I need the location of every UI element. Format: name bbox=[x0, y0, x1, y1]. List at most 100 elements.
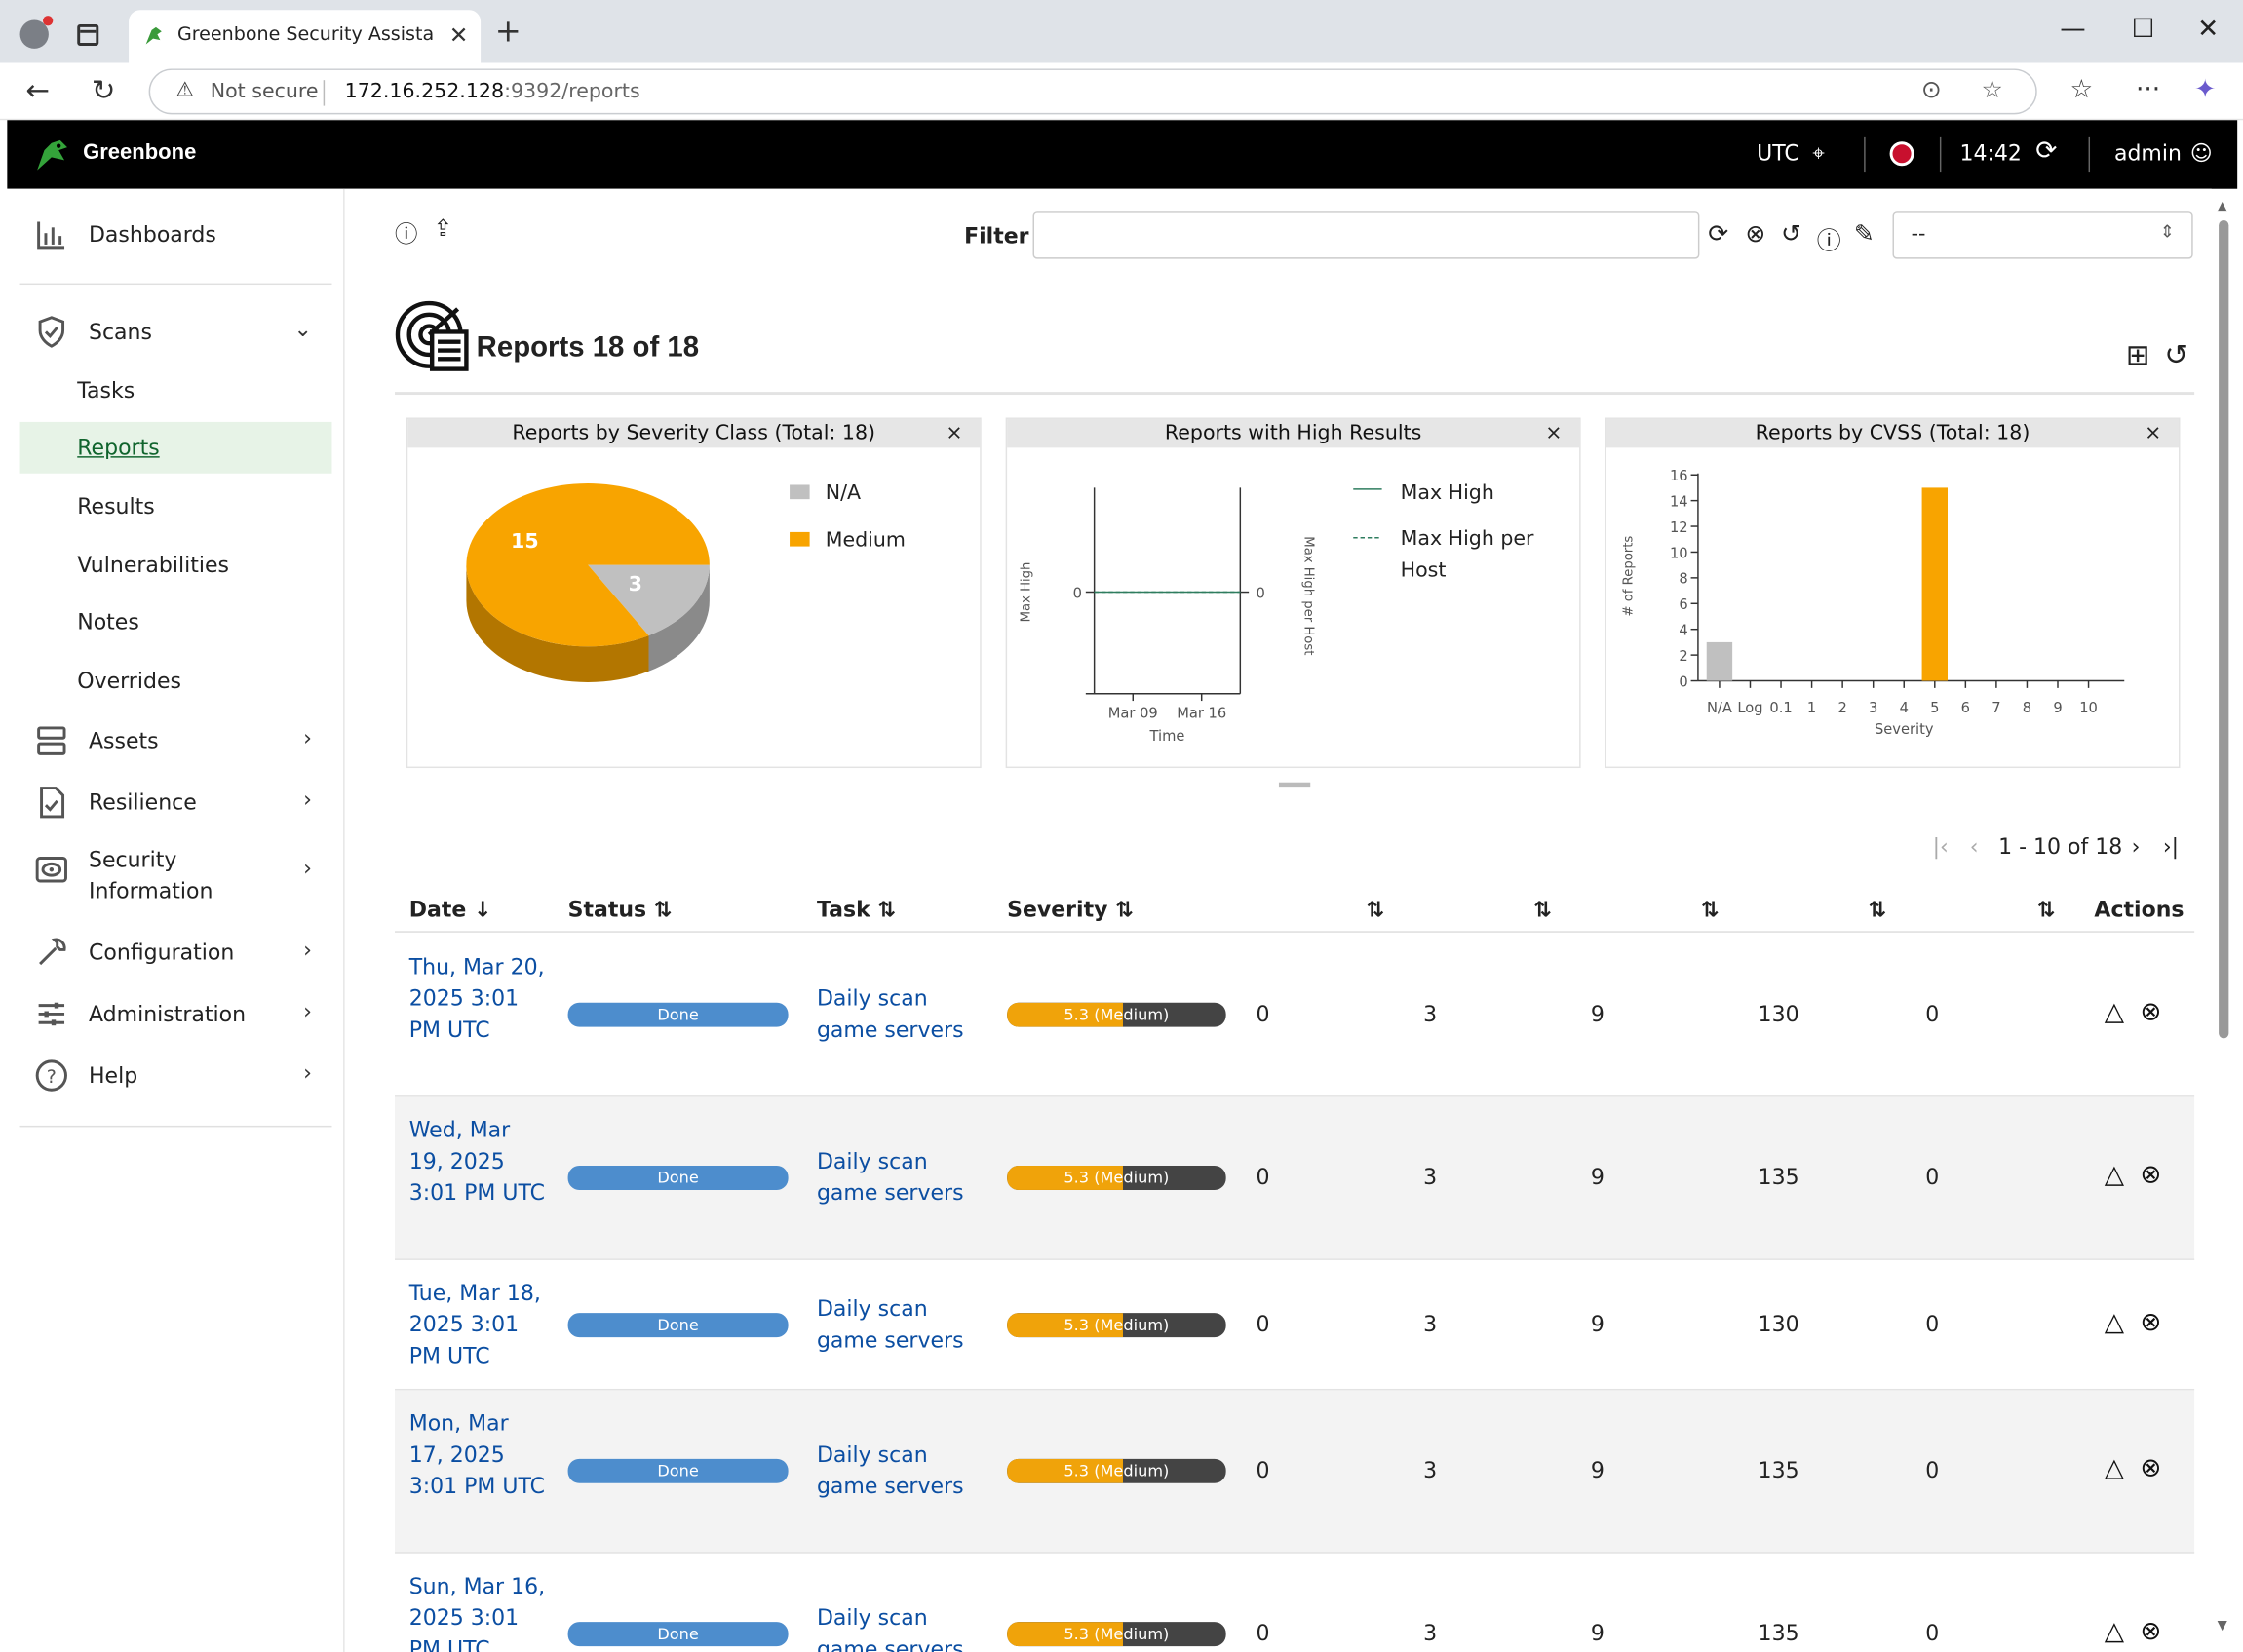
next-page-icon[interactable]: › bbox=[2132, 834, 2141, 860]
add-dashboard-icon[interactable]: ⊞ bbox=[2126, 337, 2150, 371]
reset-dashboard-icon[interactable]: ↺ bbox=[2164, 337, 2188, 371]
filter-input[interactable] bbox=[1032, 211, 1700, 259]
report-date-link[interactable]: Wed, Mar 19, 2025 3:01 PM UTC bbox=[409, 1114, 547, 1209]
false-positive-badge[interactable]: False Pos. bbox=[1925, 899, 2029, 924]
sort-icon[interactable]: ⇅ bbox=[1533, 897, 1551, 922]
sidebar-item-overrides[interactable]: Overrides bbox=[20, 655, 332, 707]
delete-icon[interactable]: ⊗ bbox=[2140, 1307, 2161, 1337]
column-task[interactable]: Task ⇅ bbox=[817, 897, 896, 922]
delta-compare-icon[interactable]: △ bbox=[2105, 997, 2124, 1027]
task-link[interactable]: Daily scan game servers bbox=[817, 1293, 988, 1357]
sort-icon[interactable]: ⇅ bbox=[1701, 897, 1719, 922]
sidebar-item-administration[interactable]: Administration › bbox=[20, 988, 332, 1040]
report-date-link[interactable]: Tue, Mar 18, 2025 3:01 PM UTC bbox=[409, 1277, 553, 1371]
column-status[interactable]: Status ⇅ bbox=[568, 897, 673, 922]
sidebar-item-security-information[interactable]: Security Information › bbox=[20, 835, 332, 906]
close-dashboard-icon[interactable]: × bbox=[946, 419, 962, 447]
help-icon[interactable]: ⓘ bbox=[395, 214, 418, 249]
delta-compare-icon[interactable]: △ bbox=[2105, 1616, 2124, 1646]
new-tab-button[interactable]: + bbox=[495, 15, 522, 51]
language-flag-icon[interactable] bbox=[1889, 141, 1914, 167]
resize-handle[interactable] bbox=[1278, 782, 1311, 788]
delta-compare-icon[interactable]: △ bbox=[2105, 1160, 2124, 1190]
filter-help-icon[interactable]: ⓘ bbox=[1817, 220, 1841, 255]
sidebar-item-vulnerabilities[interactable]: Vulnerabilities bbox=[20, 539, 332, 591]
not-secure-label[interactable]: Not secure bbox=[211, 80, 319, 102]
sidebar-item-scans[interactable]: Scans ⌄ bbox=[20, 306, 332, 358]
sidebar-item-tasks[interactable]: Tasks bbox=[20, 365, 332, 416]
filter-select[interactable]: -- ⇕ bbox=[1892, 211, 2193, 259]
low-badge[interactable]: Low bbox=[1591, 899, 1691, 924]
page-scrollbar[interactable]: ▲ ▼ bbox=[2215, 200, 2235, 1644]
clock-time: 14:42 bbox=[1959, 139, 2022, 167]
delete-icon[interactable]: ⊗ bbox=[2140, 1453, 2161, 1483]
scroll-up-icon[interactable]: ▲ bbox=[2218, 200, 2227, 214]
reload-icon[interactable]: ↻ bbox=[92, 73, 116, 107]
previous-page-icon[interactable]: ‹ bbox=[1970, 834, 1979, 860]
sidebar-item-assets[interactable]: Assets › bbox=[20, 715, 332, 767]
log-count: 130 bbox=[1758, 1001, 1799, 1027]
export-icon[interactable]: ⇪ bbox=[434, 214, 453, 242]
settings-menu-icon[interactable]: ··· bbox=[2136, 74, 2160, 104]
close-dashboard-icon[interactable]: × bbox=[2145, 419, 2161, 447]
cvss-bar[interactable] bbox=[1921, 487, 1949, 681]
task-link[interactable]: Daily scan game servers bbox=[817, 982, 988, 1046]
task-link[interactable]: Daily scan game servers bbox=[817, 1145, 988, 1209]
report-date-link[interactable]: Sun, Mar 16, 2025 3:01 PM UTC bbox=[409, 1570, 547, 1652]
high-badge[interactable]: High bbox=[1256, 899, 1356, 924]
report-date-link[interactable]: Thu, Mar 20, 2025 3:01 PM UTC bbox=[409, 951, 547, 1046]
cvss-bar[interactable] bbox=[1706, 641, 1733, 681]
x-tick-label: 9 bbox=[2053, 700, 2062, 716]
delete-icon[interactable]: ⊗ bbox=[2140, 997, 2161, 1027]
back-icon[interactable]: ← bbox=[25, 73, 50, 107]
sidebar-item-configuration[interactable]: Configuration › bbox=[20, 927, 332, 979]
sort-icon[interactable]: ⇅ bbox=[2037, 897, 2055, 922]
task-link[interactable]: Daily scan game servers bbox=[817, 1602, 988, 1652]
task-link[interactable]: Daily scan game servers bbox=[817, 1439, 988, 1502]
maximize-icon[interactable]: ☐ bbox=[2132, 15, 2155, 45]
edit-filter-icon[interactable]: ✎ bbox=[1854, 220, 1875, 249]
favorites-icon[interactable]: ☆ bbox=[2069, 74, 2093, 104]
sidebar-item-notes[interactable]: Notes bbox=[20, 596, 332, 648]
delta-compare-icon[interactable]: △ bbox=[2105, 1307, 2124, 1337]
sort-icon[interactable]: ⇅ bbox=[1869, 897, 1886, 922]
user-icon[interactable]: ☺ bbox=[2190, 140, 2213, 166]
delta-compare-icon[interactable]: △ bbox=[2105, 1453, 2124, 1483]
sort-icon[interactable]: ⇅ bbox=[1366, 897, 1383, 922]
sidebar-item-dashboards[interactable]: Dashboards bbox=[20, 209, 332, 260]
remove-filter-icon[interactable]: ⊗ bbox=[1745, 220, 1765, 249]
column-date[interactable]: Date ↓ bbox=[409, 897, 492, 922]
scroll-down-icon[interactable]: ▼ bbox=[2218, 1619, 2227, 1633]
close-tab-icon[interactable]: ✕ bbox=[449, 21, 469, 49]
table-row: Tue, Mar 18, 2025 3:01 PM UTC Done Daily… bbox=[395, 1260, 2195, 1391]
minimize-icon[interactable]: — bbox=[2060, 15, 2085, 45]
more-options-icon[interactable]: ⊙ bbox=[1921, 76, 1942, 104]
last-page-icon[interactable]: ›| bbox=[2163, 834, 2179, 860]
update-filter-icon[interactable]: ⟳ bbox=[1708, 220, 1728, 249]
address-bar[interactable]: ⚠ Not secure 172.16.252.128:9392/reports… bbox=[148, 68, 2037, 115]
medium-badge[interactable]: Medium bbox=[1423, 899, 1524, 924]
sidebar-item-reports[interactable]: Reports bbox=[19, 421, 332, 474]
sidebar-item-results[interactable]: Results bbox=[20, 480, 332, 532]
refresh-icon[interactable]: ⟳ bbox=[2035, 135, 2057, 166]
column-severity[interactable]: Severity ⇅ bbox=[1007, 897, 1133, 922]
report-date-link[interactable]: Mon, Mar 17, 2025 3:01 PM UTC bbox=[409, 1407, 547, 1502]
copilot-icon[interactable]: ✦ bbox=[2194, 74, 2216, 104]
favorite-star-icon[interactable]: ☆ bbox=[1981, 76, 2002, 104]
reset-filter-icon[interactable]: ↺ bbox=[1781, 220, 1801, 249]
browser-tab[interactable]: Greenbone Security Assistant - Re ✕ bbox=[129, 10, 482, 63]
close-dashboard-icon[interactable]: × bbox=[1545, 419, 1562, 447]
close-window-icon[interactable]: ✕ bbox=[2197, 15, 2219, 45]
sidebar-item-resilience[interactable]: Resilience › bbox=[20, 777, 332, 828]
user-name[interactable]: admin bbox=[2114, 140, 2182, 166]
log-badge[interactable]: Log bbox=[1759, 899, 1859, 924]
scroll-thumb[interactable] bbox=[2219, 219, 2229, 1039]
sidebar-item-help[interactable]: ? Help › bbox=[20, 1050, 332, 1101]
chevron-right-icon: › bbox=[303, 725, 312, 751]
tab-actions-icon[interactable] bbox=[77, 23, 99, 46]
greenbone-logo-icon[interactable] bbox=[33, 134, 73, 174]
brand-name[interactable]: Greenbone bbox=[83, 140, 196, 165]
delete-icon[interactable]: ⊗ bbox=[2140, 1616, 2161, 1646]
delete-icon[interactable]: ⊗ bbox=[2140, 1160, 2161, 1190]
first-page-icon[interactable]: |‹ bbox=[1933, 834, 1949, 860]
